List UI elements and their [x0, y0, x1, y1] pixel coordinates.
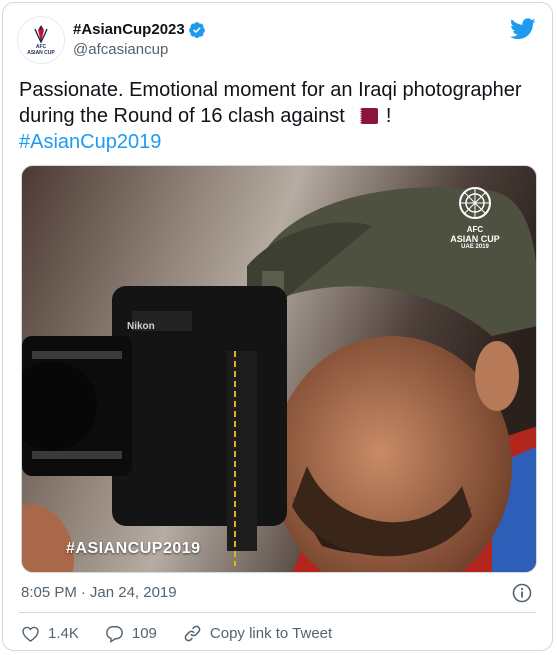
heart-icon — [22, 626, 39, 642]
display-name-text: #AsianCup2023 — [73, 21, 185, 38]
copy-link-label: Copy link to Tweet — [209, 624, 333, 642]
logo-line1: AFC — [466, 225, 484, 234]
qatar-flag-icon — [352, 108, 379, 124]
avatar[interactable]: AFC ASIAN CUP — [17, 16, 65, 64]
tweet-header: AFC ASIAN CUP #AsianCup2023 @afcasiancup — [17, 16, 538, 64]
author-names: #AsianCup2023 @afcasiancup — [73, 20, 206, 60]
afc-emblem-icon — [459, 187, 491, 219]
logo-line3: UAE 2019 — [461, 244, 489, 250]
like-count: 1.4K — [48, 624, 79, 642]
verified-badge-icon — [188, 22, 205, 39]
tweet-actions: 1.4K 109 Copy link to Tweet — [21, 622, 358, 644]
afc-logo-icon — [34, 25, 48, 44]
twitter-bird-icon[interactable] — [510, 18, 536, 40]
tweet-timestamp[interactable]: 8:05 PM · Jan 24, 2019 — [21, 583, 177, 603]
tweet-card: AFC ASIAN CUP #AsianCup2023 @afcasiancup … — [2, 2, 553, 651]
timestamp-separator: · — [80, 584, 86, 601]
afc-asian-cup-logo: AFC ASIAN CUP UAE 2019 — [444, 186, 506, 251]
reply-button[interactable]: 109 — [105, 624, 157, 643]
tweet-date: Jan 24, 2019 — [89, 584, 177, 601]
author-display-name[interactable]: #AsianCup2023 — [73, 20, 206, 40]
link-icon — [184, 625, 201, 641]
tweet-text: Passionate. Emotional moment for an Iraq… — [19, 77, 539, 155]
image-hashtag-overlay: #ASIANCUP2019 — [66, 540, 201, 557]
tweet-text-end: ! — [380, 105, 392, 127]
tweet-time: 8:05 PM — [21, 584, 77, 601]
reply-count: 109 — [131, 624, 157, 642]
copy-link-button[interactable]: Copy link to Tweet — [183, 624, 332, 643]
info-icon[interactable] — [512, 583, 532, 603]
like-button[interactable]: 1.4K — [21, 624, 79, 643]
hashtag-link[interactable]: #AsianCup2019 — [19, 131, 161, 153]
tweet-text-main: Passionate. Emotional moment for an Iraq… — [19, 79, 522, 127]
author-handle[interactable]: @afcasiancup — [73, 40, 206, 60]
reply-icon — [105, 625, 123, 643]
divider — [19, 612, 536, 613]
camera-brand-text: Nikon — [127, 321, 155, 332]
logo-line2: ASIAN CUP — [450, 234, 500, 244]
tweet-photo[interactable]: Nikon AFC ASIAN CUP UAE 2019 #ASIANCUP20… — [21, 165, 537, 573]
avatar-logo-text: AFC ASIAN CUP — [27, 44, 55, 56]
